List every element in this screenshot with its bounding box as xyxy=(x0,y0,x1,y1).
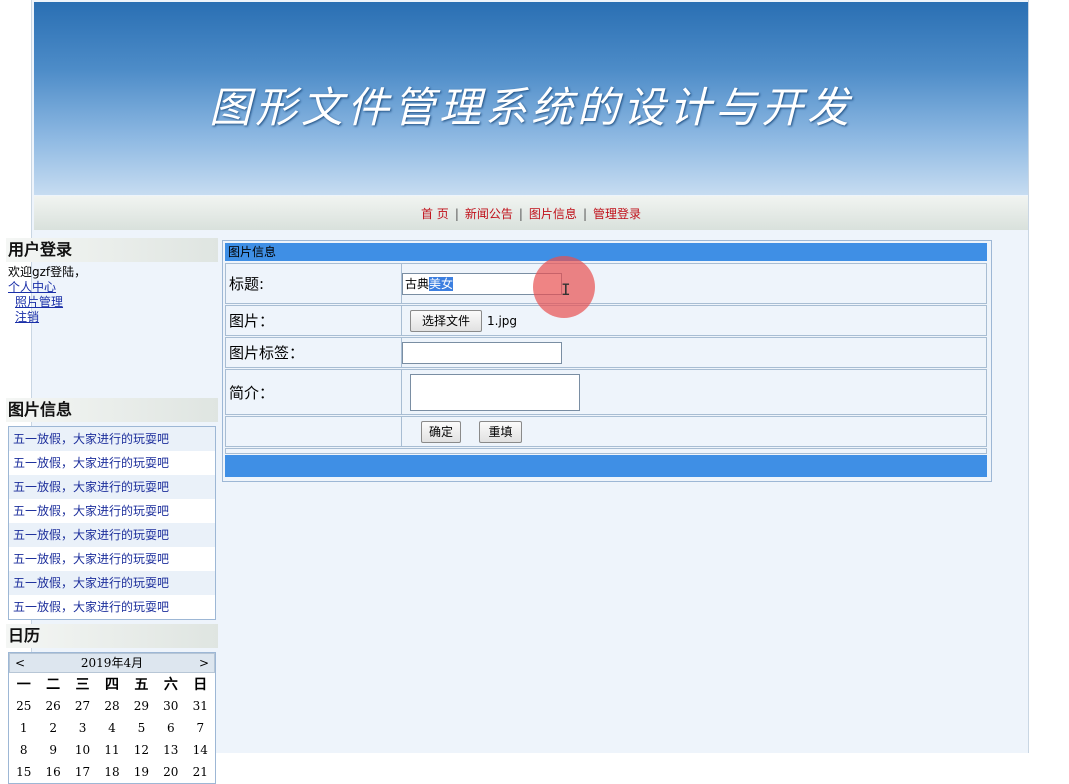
calendar-day[interactable]: 7 xyxy=(186,717,215,739)
nav-separator: | xyxy=(582,207,587,221)
calendar-day[interactable]: 1 xyxy=(9,717,38,739)
calendar-day[interactable]: 13 xyxy=(156,739,185,761)
title-row: 标题: 古典美女 xyxy=(225,263,987,304)
intro-row: 简介： xyxy=(225,369,987,415)
calendar-day[interactable]: 8 xyxy=(9,739,38,761)
calendar-day[interactable]: 19 xyxy=(127,761,156,783)
form-footer xyxy=(225,455,987,477)
photo-manage-link[interactable]: 照片管理 xyxy=(8,295,216,310)
action-row: 确定 重填 xyxy=(225,416,987,447)
calendar-day[interactable]: 5 xyxy=(127,717,156,739)
text-cursor-icon: I xyxy=(561,280,571,299)
calendar-day[interactable]: 9 xyxy=(38,739,67,761)
calendar-prev-button[interactable]: < xyxy=(15,654,25,672)
spacer-row xyxy=(225,448,987,454)
calendar-day[interactable]: 15 xyxy=(9,761,38,783)
calendar-day[interactable]: 17 xyxy=(68,761,97,783)
list-item[interactable]: 五一放假，大家进行的玩耍吧 xyxy=(9,475,215,499)
pic-info-section-title: 图片信息 xyxy=(6,398,218,422)
nav-home[interactable]: 首 页 xyxy=(421,207,449,221)
list-item[interactable]: 五一放假，大家进行的玩耍吧 xyxy=(9,547,215,571)
calendar-day[interactable]: 29 xyxy=(127,695,156,717)
weekday-header: 二 xyxy=(46,677,61,693)
nav-pictures[interactable]: 图片信息 xyxy=(529,207,577,221)
nav-news[interactable]: 新闻公告 xyxy=(465,207,513,221)
calendar-day[interactable]: 31 xyxy=(186,695,215,717)
list-item[interactable]: 五一放假，大家进行的玩耍吧 xyxy=(9,571,215,595)
calendar-grid: 一 二 三 四 五 六 日 25 26 27 28 29 30 31 1 2 3 xyxy=(9,673,215,783)
calendar-header: < 2019年4月 > xyxy=(9,653,215,673)
calendar-day[interactable]: 30 xyxy=(156,695,185,717)
file-name: 1.jpg xyxy=(487,314,518,328)
image-label: 图片： xyxy=(226,306,402,335)
list-item[interactable]: 五一放假，大家进行的玩耍吧 xyxy=(9,427,215,451)
user-center-link[interactable]: 个人中心 xyxy=(8,280,216,295)
calendar-day[interactable]: 11 xyxy=(97,739,126,761)
calendar-day[interactable]: 27 xyxy=(68,695,97,717)
confirm-button[interactable]: 确定 xyxy=(421,421,461,443)
calendar-day[interactable]: 18 xyxy=(97,761,126,783)
list-item[interactable]: 五一放假，大家进行的玩耍吧 xyxy=(9,595,215,619)
calendar-day[interactable]: 3 xyxy=(68,717,97,739)
list-item[interactable]: 五一放假，大家进行的玩耍吧 xyxy=(9,451,215,475)
tag-input[interactable] xyxy=(402,342,562,364)
weekday-header: 一 xyxy=(16,677,31,693)
calendar-next-button[interactable]: > xyxy=(199,654,209,672)
intro-textarea[interactable] xyxy=(410,374,580,411)
calendar-day[interactable]: 10 xyxy=(68,739,97,761)
weekday-header: 四 xyxy=(104,677,119,693)
list-item[interactable]: 五一放假，大家进行的玩耍吧 xyxy=(9,499,215,523)
weekday-header: 五 xyxy=(134,677,149,693)
sidebar: 用户登录 欢迎gzf登陆， 个人中心 照片管理 注销 图片信息 五一放假，大家进… xyxy=(6,238,218,784)
nav-separator: | xyxy=(454,207,459,221)
calendar-day[interactable]: 12 xyxy=(127,739,156,761)
calendar-day[interactable]: 25 xyxy=(9,695,38,717)
calendar-month: 2019年4月 xyxy=(80,656,144,670)
welcome-text: 欢迎gzf登陆， xyxy=(8,265,87,279)
title-text: 古典 xyxy=(405,277,430,291)
picture-form: 图片信息 标题: 古典美女 图片： 选择文件 1.jpg 图片标签： 简介： 确… xyxy=(222,240,992,482)
calendar-day[interactable]: 16 xyxy=(38,761,67,783)
calendar-day[interactable]: 21 xyxy=(186,761,215,783)
reset-button[interactable]: 重填 xyxy=(479,421,522,443)
list-item[interactable]: 五一放假，大家进行的玩耍吧 xyxy=(9,523,215,547)
banner: 图形文件管理系统的设计与开发 xyxy=(34,2,1028,195)
weekday-header: 六 xyxy=(163,677,178,693)
tag-label: 图片标签： xyxy=(226,338,402,367)
calendar-day[interactable]: 14 xyxy=(186,739,215,761)
calendar-day[interactable]: 6 xyxy=(156,717,185,739)
pic-info-list: 五一放假，大家进行的玩耍吧 五一放假，大家进行的玩耍吧 五一放假，大家进行的玩耍… xyxy=(8,426,216,620)
image-row: 图片： 选择文件 1.jpg xyxy=(225,305,987,336)
calendar-section-title: 日历 xyxy=(6,624,218,648)
login-box: 欢迎gzf登陆， 个人中心 照片管理 注销 xyxy=(6,262,218,378)
intro-label: 简介： xyxy=(226,370,402,414)
calendar: < 2019年4月 > 一 二 三 四 五 六 日 25 26 27 28 29… xyxy=(8,652,216,784)
tag-row: 图片标签： xyxy=(225,337,987,368)
title-selected-text: 美女 xyxy=(429,277,454,291)
calendar-day[interactable]: 28 xyxy=(97,695,126,717)
weekday-header: 日 xyxy=(193,677,208,693)
title-label: 标题: xyxy=(226,264,402,303)
banner-title: 图形文件管理系统的设计与开发 xyxy=(208,83,853,132)
logout-link[interactable]: 注销 xyxy=(8,310,216,325)
calendar-day[interactable]: 2 xyxy=(38,717,67,739)
calendar-day[interactable]: 4 xyxy=(97,717,126,739)
calendar-day[interactable]: 26 xyxy=(38,695,67,717)
calendar-day[interactable]: 20 xyxy=(156,761,185,783)
top-nav: 首 页 | 新闻公告 | 图片信息 | 管理登录 xyxy=(34,196,1028,230)
nav-separator: | xyxy=(518,207,523,221)
nav-admin-login[interactable]: 管理登录 xyxy=(593,207,641,221)
choose-file-button[interactable]: 选择文件 xyxy=(410,310,482,332)
form-header: 图片信息 xyxy=(225,243,987,261)
action-label-cell xyxy=(226,417,402,446)
login-section-title: 用户登录 xyxy=(6,238,218,262)
weekday-header: 三 xyxy=(75,677,90,693)
